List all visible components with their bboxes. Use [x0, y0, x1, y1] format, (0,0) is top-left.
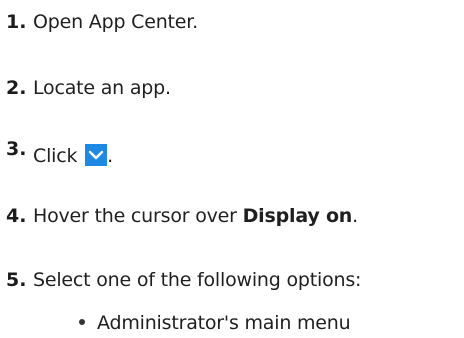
step-number: 5. [6, 269, 27, 291]
step-text: Select one of the following options: [33, 269, 362, 291]
step-text-before: Click [33, 145, 78, 167]
step-3: 3. Click . [6, 137, 113, 167]
list-item: Administrator's main menu [79, 308, 351, 338]
step-text: Hover the cursor over Display on. [33, 205, 358, 227]
option-list: Administrator's main menu [79, 308, 351, 338]
step-number: 2. [6, 77, 27, 99]
step-text: Click . [33, 143, 113, 167]
option-text: Administrator's main menu [97, 312, 351, 334]
step-1: 1. Open App Center. [6, 7, 198, 37]
step-text-before: Hover the cursor over [33, 205, 243, 227]
step-number: 4. [6, 205, 27, 227]
display-on-term: Display on [242, 205, 353, 227]
step-text: Open App Center. [33, 11, 198, 33]
step-5: 5. Select one of the following options: [6, 265, 361, 295]
step-4: 4. Hover the cursor over Display on. [6, 201, 358, 231]
step-text: Locate an app. [33, 77, 171, 99]
step-text-after: . [107, 145, 113, 167]
step-text-after: . [352, 205, 358, 227]
step-2: 2. Locate an app. [6, 73, 171, 103]
bullet-icon [79, 318, 85, 325]
chevron-down-icon [85, 143, 108, 166]
step-number: 3. [6, 138, 27, 160]
step-number: 1. [6, 11, 27, 33]
